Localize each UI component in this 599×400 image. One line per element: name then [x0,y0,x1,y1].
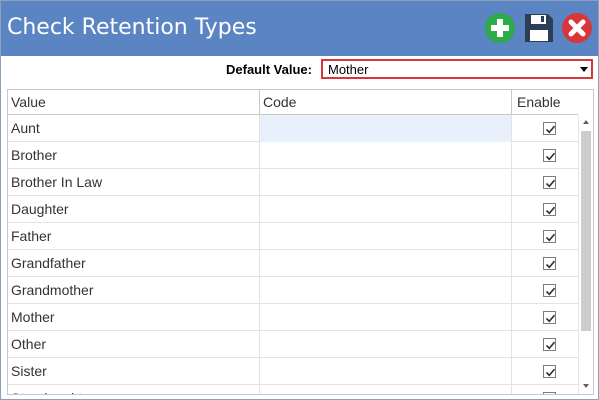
retention-types-grid: Value Code Enable Aunt Brother Brother In … [7,89,594,395]
checkmark-icon [545,152,556,161]
floppy-disk-icon [525,14,553,42]
plus-circle-icon [485,13,515,43]
cell-enable [512,277,578,304]
cell-value[interactable]: Daughter [8,196,260,223]
enable-checkbox[interactable] [543,203,556,216]
table-row[interactable]: Grandfather [8,250,578,277]
cell-enable [512,115,578,142]
cell-code[interactable] [260,304,512,331]
checkmark-icon [545,125,556,134]
cell-enable [512,196,578,223]
enable-checkbox[interactable] [543,149,556,162]
cell-enable [512,358,578,385]
cell-code[interactable] [260,277,512,304]
close-circle-icon [562,13,592,43]
checkmark-icon [545,260,556,269]
table-row[interactable]: Daughter [8,196,578,223]
checkmark-icon [545,341,556,350]
enable-checkbox[interactable] [543,257,556,270]
cell-value[interactable]: Sister [8,358,260,385]
table-row[interactable]: Aunt [8,115,578,142]
cell-enable [512,250,578,277]
scroll-down-arrow-icon[interactable] [579,379,593,394]
enable-checkbox[interactable] [543,284,556,297]
column-header-enable[interactable]: Enable [512,90,578,115]
window-title: Check Retention Types [7,15,257,40]
cell-value[interactable]: Brother [8,142,260,169]
cell-enable [512,223,578,250]
column-header-value[interactable]: Value [8,90,260,115]
add-button[interactable] [483,11,517,45]
enable-checkbox[interactable] [543,230,556,243]
checkmark-icon [545,314,556,323]
checkmark-icon [545,368,556,377]
table-row[interactable]: Other [8,331,578,358]
default-value-row: Default Value: Mother [1,56,598,84]
table-row[interactable]: Grandmother [8,277,578,304]
checkmark-icon [545,233,556,242]
cell-value[interactable]: Father [8,223,260,250]
enable-checkbox[interactable] [543,311,556,324]
cell-enable [512,304,578,331]
default-value-select[interactable]: Mother [321,59,593,79]
cell-enable [512,331,578,358]
cell-enable [512,385,578,395]
checkmark-icon [545,179,556,188]
scrollbar-thumb[interactable] [581,131,591,331]
enable-checkbox[interactable] [543,338,556,351]
grid-header: Value Code Enable [8,90,578,115]
cell-value[interactable]: Stepdaughter [8,385,260,394]
table-row[interactable]: Father [8,223,578,250]
cell-code[interactable] [260,142,512,169]
cell-value[interactable]: Aunt [8,115,260,142]
enable-checkbox[interactable] [543,365,556,378]
table-row[interactable]: Brother [8,142,578,169]
vertical-scrollbar[interactable] [578,115,593,394]
cell-code[interactable] [260,331,512,358]
checkmark-icon [545,206,556,215]
cell-code[interactable] [260,223,512,250]
default-value-selected: Mother [328,62,369,77]
cell-value[interactable]: Grandfather [8,250,260,277]
cell-value[interactable]: Mother [8,304,260,331]
checkmark-icon [545,394,556,395]
cell-value[interactable]: Other [8,331,260,358]
enable-checkbox[interactable] [543,176,556,189]
scroll-up-arrow-icon[interactable] [579,115,593,130]
close-button[interactable] [560,11,594,45]
grid-rows: Aunt Brother Brother In Law Daughter Father G… [8,115,578,395]
cell-code[interactable] [260,358,512,385]
cell-enable [512,169,578,196]
cell-code[interactable] [260,169,512,196]
cell-code[interactable] [260,250,512,277]
cell-code[interactable] [260,115,512,142]
table-row[interactable]: Mother [8,304,578,331]
save-button[interactable] [522,11,556,45]
checkmark-icon [545,287,556,296]
cell-code[interactable] [260,385,512,394]
table-row[interactable]: Sister [8,358,578,385]
table-row[interactable]: Brother In Law [8,169,578,196]
column-header-code[interactable]: Code [260,90,512,115]
enable-checkbox[interactable] [543,392,556,395]
cell-enable [512,142,578,169]
cell-value[interactable]: Brother In Law [8,169,260,196]
title-bar: Check Retention Types [1,1,598,56]
check-retention-types-window: Check Retention Types Default Value: Mot… [0,0,599,400]
cell-value[interactable]: Grandmother [8,277,260,304]
table-row[interactable]: Stepdaughter [8,385,578,395]
cell-code[interactable] [260,196,512,223]
default-value-label: Default Value: [226,62,312,77]
chevron-down-icon[interactable] [580,67,588,72]
enable-checkbox[interactable] [543,122,556,135]
